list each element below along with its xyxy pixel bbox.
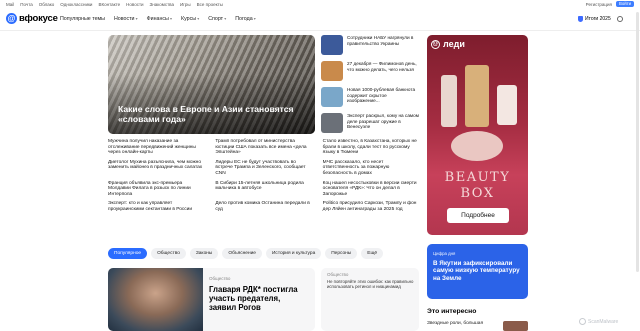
product-image (451, 131, 503, 161)
top-link-pochta[interactable]: Почта (20, 2, 33, 7)
year-summary-label: Итоги 2025 (585, 16, 611, 22)
article-headline: Главаря РДК* постигла участь предателя, … (209, 285, 298, 313)
news-row: Эксперт: кто и как управляет проукраинск… (108, 201, 418, 212)
top-link-dating[interactable]: Знакомства (150, 2, 174, 7)
ad-more-button[interactable]: Подробнее (447, 208, 509, 223)
nav-news[interactable]: Новости (114, 16, 138, 22)
news-link[interactable]: Франция объявила экс-премьера Молдавии Ф… (108, 181, 203, 198)
top-link-all-projects[interactable]: Все проекты (197, 2, 223, 7)
article-photo (108, 268, 203, 331)
tab-society[interactable]: Общество (151, 248, 186, 259)
register-link[interactable]: Регистрация (586, 2, 612, 7)
news-link[interactable]: Трамп потребовал от министерства юстиции… (215, 139, 310, 156)
main-article-card[interactable]: Общество Главаря РДК* постигла участь пр… (108, 268, 315, 331)
side-news-thumb (321, 87, 343, 107)
news-link[interactable]: Лидеры ЕС не будут участвовать во встреч… (215, 160, 310, 177)
ad-headline-1: BEAUTY (444, 170, 511, 185)
search-icon[interactable] (616, 16, 623, 22)
hero-title: Какие слова в Европе и Азии становятся «… (118, 104, 294, 124)
top-link-news[interactable]: Новости (126, 2, 143, 7)
side-news-item[interactable]: Новая 1000-рублевая банкнота содержит ск… (321, 87, 419, 111)
top-links: Mail Почта Облако Одноклассники ВКонтакт… (6, 2, 223, 7)
site-header: @ вфокусе Популярные темы Новости Финанс… (0, 10, 640, 30)
top-link-games[interactable]: Игры (180, 2, 191, 7)
interesting-title: Это интересно (427, 308, 477, 315)
top-link-vk[interactable]: ВКонтакте (98, 2, 120, 7)
secondary-article-card[interactable]: Общество Не повторяйте этих ошибок: как … (321, 268, 419, 331)
year-summary-link[interactable]: Итоги 2025 (578, 16, 611, 22)
login-button[interactable]: Войти (615, 1, 634, 7)
news-link[interactable]: Стало известно, в Казахстана, которых не… (323, 139, 418, 156)
side-news-text: Новая 1000-рублевая банкнота содержит ск… (347, 87, 416, 104)
fact-text: В Якутии зафиксировали самую низкую темп… (433, 260, 520, 282)
tab-popular[interactable]: Популярное (108, 248, 148, 259)
top-link-ok[interactable]: Одноклассники (60, 2, 92, 7)
nav-weather[interactable]: Погода (235, 16, 256, 22)
side-news-item[interactable]: Сотрудники НАБУ нагрянули в правительств… (321, 35, 419, 59)
watermark: ScanMalware (579, 318, 618, 325)
interesting-thumb (503, 321, 528, 331)
news-link[interactable]: Диетолог Мухина разъяснила, чем можно за… (108, 160, 203, 177)
scrollbar[interactable] (636, 12, 639, 272)
news-link[interactable]: Эксперт: кто и как управляет проукраинск… (108, 201, 203, 212)
news-row: Франция объявила экс-премьера Молдавии Ф… (108, 181, 418, 198)
news-link[interactable]: Дело против комика Останина передали в с… (215, 201, 310, 212)
fact-of-day-card[interactable]: Цифра дня В Якутии зафиксировали самую н… (427, 244, 528, 299)
side-news-item[interactable]: Эксперт раскрыл, кому на самом деле разр… (321, 113, 419, 137)
news-link[interactable]: Коц нашел несостыковки в версии смерти о… (323, 181, 418, 198)
side-news-item[interactable]: 27 декабря — Филимонов день, что можно д… (321, 61, 419, 85)
interesting-item[interactable]: Звездные роли, большая (427, 321, 483, 326)
article-text: Не повторяйте этих ошибок: как правильно… (327, 279, 414, 290)
at-icon: @ (431, 39, 440, 49)
shield-icon (578, 16, 583, 22)
ad-brand-name: леди (443, 39, 465, 49)
nav-finance[interactable]: Финансы (147, 16, 172, 22)
side-news-text: Сотрудники НАБУ нагрянули в правительств… (347, 35, 414, 46)
tab-history-culture[interactable]: История и культура (265, 248, 322, 259)
ad-headline-2: BOX (460, 186, 495, 201)
main-nav: Популярные темы Новости Финансы Курсы Сп… (60, 16, 256, 22)
tab-persons[interactable]: Персоны (325, 248, 358, 259)
top-bar: Mail Почта Облако Одноклассники ВКонтакт… (0, 0, 640, 10)
logo-text: вфокусе (19, 13, 58, 24)
side-news-thumb (321, 61, 343, 81)
news-grid: Мужчина получил наказание за отслеживани… (108, 139, 418, 217)
side-news-text: Эксперт раскрыл, кому на самом деле разр… (347, 113, 419, 130)
ad-brand: @ леди (431, 39, 465, 49)
side-news-text: 27 декабря — Филимонов день, что можно д… (347, 61, 417, 72)
nav-rates[interactable]: Курсы (181, 16, 199, 22)
header-divider (0, 30, 640, 31)
advertisement-banner[interactable]: @ леди BEAUTY BOX Подробнее (427, 35, 528, 235)
news-link[interactable]: МЧС рассказало, кто несет ответственност… (323, 160, 418, 177)
topic-tabs: Популярное Общество Законы Объяснение Ис… (108, 248, 384, 259)
product-image (497, 85, 517, 125)
top-link-mail[interactable]: Mail (6, 2, 14, 7)
site-logo[interactable]: @ вфокусе (6, 13, 58, 24)
news-link[interactable]: Мужчина получил наказание за отслеживани… (108, 139, 203, 156)
news-link[interactable]: Politico присудило Саркози, Трампу и фон… (323, 201, 418, 212)
news-link[interactable]: В Сибири 15-летняя школьница родила маль… (215, 181, 310, 198)
side-news-thumb (321, 35, 343, 55)
article-category: Общество (209, 276, 231, 281)
news-row: Мужчина получил наказание за отслеживани… (108, 139, 418, 156)
nav-popular-topics[interactable]: Популярные темы (60, 16, 105, 22)
nav-sport[interactable]: Спорт (208, 16, 226, 22)
logo-at-icon: @ (6, 13, 17, 24)
product-image (441, 75, 457, 127)
watermark-icon (579, 318, 586, 325)
product-image (465, 65, 489, 127)
tab-explanation[interactable]: Объяснение (222, 248, 262, 259)
top-link-cloud[interactable]: Облако (39, 2, 55, 7)
tab-more[interactable]: Ещё (361, 248, 384, 259)
tab-laws[interactable]: Законы (189, 248, 219, 259)
article-category: Общество (327, 272, 349, 277)
fact-label: Цифра дня (433, 251, 456, 256)
news-row: Диетолог Мухина разъяснила, чем можно за… (108, 160, 418, 177)
side-news-thumb (321, 113, 343, 133)
side-news-list: Сотрудники НАБУ нагрянули в правительств… (321, 35, 419, 139)
hero-news-card[interactable]: Какие слова в Европе и Азии становятся «… (108, 35, 315, 134)
watermark-text: ScanMalware (588, 318, 619, 325)
